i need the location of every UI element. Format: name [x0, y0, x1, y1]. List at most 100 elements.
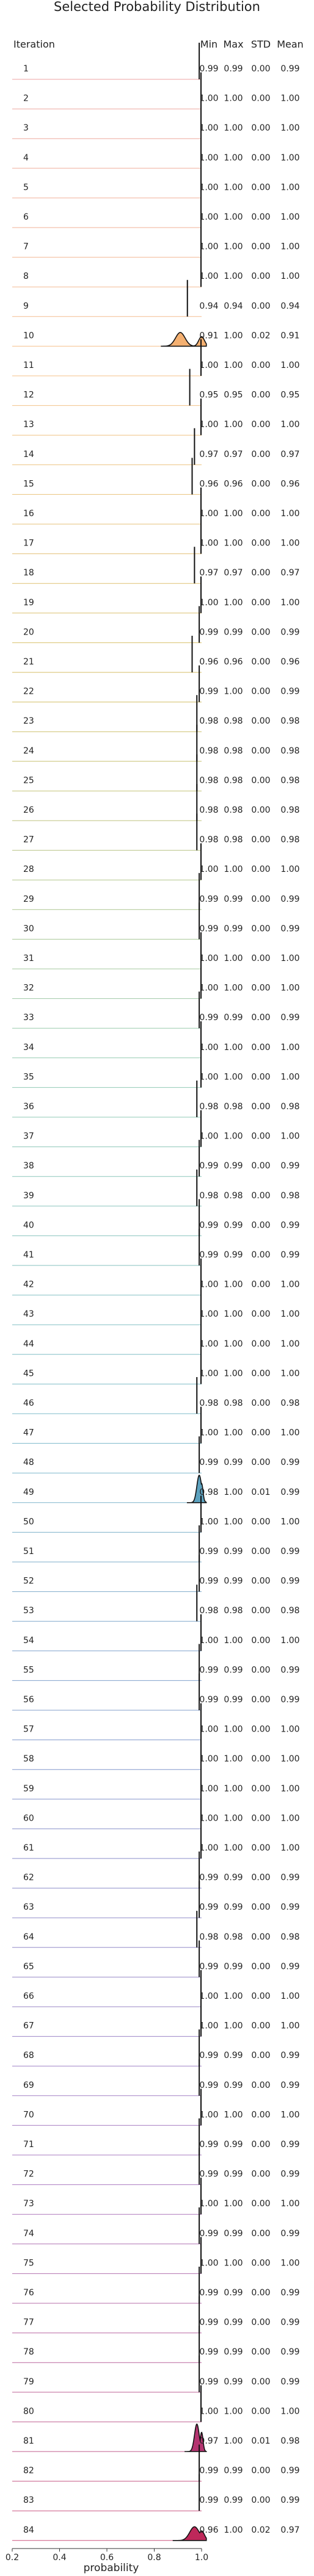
stat-value: 1.00 — [224, 1813, 243, 1823]
stat-value: 1.00 — [199, 242, 218, 252]
stat-value: 1.00 — [224, 420, 243, 430]
stat-value: 1.00 — [224, 1843, 243, 1853]
stat-value: 0.99 — [199, 1013, 218, 1023]
ridge-row: 13 1.00 1.00 0.00 1.00 — [12, 398, 300, 436]
stat-value: 0.00 — [251, 1428, 270, 1438]
stat-value: 0.98 — [224, 805, 243, 815]
iteration-label: 82 — [23, 2466, 34, 2476]
ridge-row: 80 1.00 1.00 0.00 1.00 — [12, 2385, 300, 2422]
iteration-label: 12 — [23, 390, 34, 400]
stat-value: 0.97 — [224, 568, 243, 578]
column-header: Max — [223, 38, 243, 50]
stat-value: 0.00 — [251, 1013, 270, 1023]
ridge-row: 42 1.00 1.00 0.00 1.00 — [12, 1258, 300, 1296]
ridge-row: 16 1.00 1.00 0.00 1.00 — [12, 487, 300, 525]
iteration-label: 81 — [23, 2436, 34, 2446]
stat-value: 0.99 — [280, 1013, 299, 1023]
stat-value: 0.98 — [199, 1932, 218, 1942]
stat-value: 0.00 — [251, 1843, 270, 1853]
stat-value: 1.00 — [224, 2021, 243, 2031]
stat-value: 1.00 — [224, 272, 243, 281]
ridge-row: 19 1.00 1.00 0.00 1.00 — [12, 576, 300, 614]
iteration-label: 18 — [23, 568, 34, 578]
ridge-row: 11 1.00 1.00 0.00 1.00 — [12, 339, 300, 376]
iteration-label: 1 — [23, 64, 29, 74]
stat-value: 0.99 — [224, 627, 243, 637]
iteration-label: 78 — [23, 2347, 34, 2357]
stat-value: 0.00 — [251, 2140, 270, 2150]
stat-value: 0.95 — [224, 390, 243, 400]
stat-value: 0.01 — [251, 2436, 270, 2446]
iteration-label: 79 — [23, 2377, 34, 2387]
ridge-row: 34 1.00 1.00 0.00 1.00 — [12, 1021, 300, 1059]
stat-value: 1.00 — [224, 2258, 243, 2268]
ridge-row: 26 0.98 0.98 0.00 0.98 — [12, 784, 300, 821]
ridge-row: 31 1.00 1.00 0.00 1.00 — [12, 932, 300, 970]
stat-value: 0.98 — [199, 1191, 218, 1201]
iteration-label: 61 — [23, 1843, 34, 1853]
stat-value: 0.00 — [251, 954, 270, 963]
stat-value: 1.00 — [224, 1784, 243, 1794]
ridge-row: 38 0.99 0.99 0.00 0.99 — [12, 1140, 300, 1177]
stat-value: 0.98 — [199, 746, 218, 756]
iteration-label: 43 — [23, 1309, 34, 1319]
stat-value: 0.91 — [199, 331, 218, 340]
stat-value: 0.98 — [199, 1102, 218, 1112]
ridge-rows: 1 0.99 0.99 0.00 0.992 1.00 1.00 0.00 1.003 1.00 1… — [12, 43, 300, 2541]
stat-value: 0.97 — [280, 568, 299, 578]
ridge-row: 62 0.99 0.99 0.00 0.99 — [12, 1851, 300, 1889]
stat-value: 1.00 — [199, 1309, 218, 1319]
iteration-label: 56 — [23, 1695, 34, 1705]
stat-value: 0.99 — [199, 2466, 218, 2476]
stat-value: 0.00 — [251, 301, 270, 311]
stat-value: 0.98 — [199, 835, 218, 845]
ridge-row: 9 0.94 0.94 0.00 0.94 — [12, 279, 300, 317]
iteration-label: 70 — [23, 2110, 34, 2120]
ridge-row: 4 1.00 1.00 0.00 1.00 — [12, 131, 300, 169]
stat-value: 1.00 — [199, 153, 218, 163]
stat-value: 1.00 — [199, 865, 218, 874]
stat-value: 1.00 — [280, 272, 299, 281]
ridge-row: 83 0.99 0.99 0.00 0.99 — [12, 2474, 300, 2511]
stat-value: 1.00 — [224, 1369, 243, 1378]
stat-value: 0.99 — [199, 924, 218, 934]
stat-value: 0.99 — [199, 1547, 218, 1556]
stat-value: 1.00 — [224, 123, 243, 133]
ridge-row: 2 1.00 1.00 0.00 1.00 — [12, 72, 300, 110]
ridge-row: 55 0.99 0.99 0.00 0.99 — [12, 1644, 300, 1681]
iteration-label: 49 — [23, 1488, 34, 1497]
ridge-row: 52 0.99 0.99 0.00 0.99 — [12, 1555, 300, 1592]
stat-value: 0.99 — [280, 2170, 299, 2179]
stat-value: 1.00 — [224, 331, 243, 340]
stat-value: 0.00 — [251, 1813, 270, 1823]
ridge-row: 45 1.00 1.00 0.00 1.00 — [12, 1347, 300, 1384]
stat-value: 0.94 — [199, 301, 218, 311]
stat-value: 0.98 — [224, 716, 243, 726]
ridge-row: 5 1.00 1.00 0.00 1.00 — [12, 161, 300, 198]
chart-title: Selected Probability Distribution — [54, 0, 260, 14]
stat-value: 1.00 — [199, 1280, 218, 1290]
stat-value: 0.00 — [251, 1784, 270, 1794]
stat-value: 0.99 — [199, 2495, 218, 2505]
stat-value: 0.96 — [280, 479, 299, 489]
iteration-label: 59 — [23, 1784, 34, 1794]
stat-value: 1.00 — [280, 598, 299, 608]
stat-value: 0.98 — [280, 835, 299, 845]
iteration-label: 22 — [23, 687, 34, 697]
stat-value: 0.99 — [224, 1250, 243, 1260]
stat-value: 0.99 — [199, 2377, 218, 2387]
stat-value: 1.00 — [199, 1843, 218, 1853]
stat-value: 0.99 — [224, 1665, 243, 1675]
iteration-label: 68 — [23, 2051, 34, 2060]
stat-value: 0.99 — [224, 1161, 243, 1171]
iteration-label: 57 — [23, 1725, 34, 1735]
stat-value: 0.99 — [199, 1665, 218, 1675]
stat-value: 0.99 — [280, 924, 299, 934]
stat-value: 0.97 — [199, 450, 218, 459]
ridge-row: 78 0.99 0.99 0.00 0.99 — [12, 2326, 300, 2363]
stat-value: 1.00 — [224, 1754, 243, 1764]
iteration-label: 11 — [23, 361, 34, 370]
stat-value: 0.99 — [224, 2140, 243, 2150]
stat-value: 0.98 — [224, 775, 243, 785]
stat-value: 1.00 — [199, 954, 218, 963]
